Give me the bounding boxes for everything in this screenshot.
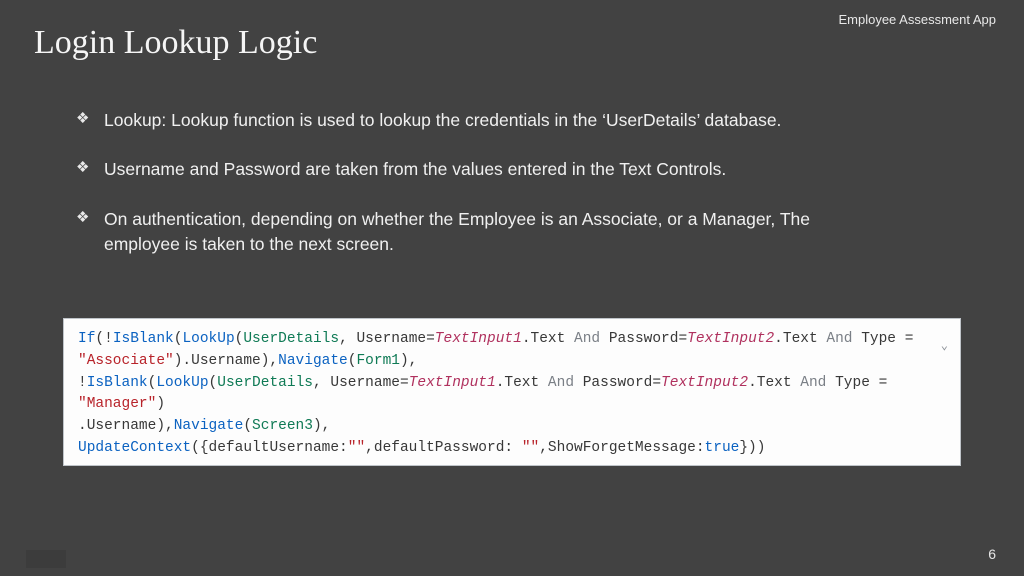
bullet-list: Lookup: Lookup function is used to looku… <box>76 108 836 282</box>
page-number: 6 <box>988 546 996 562</box>
page-title: Login Lookup Logic <box>34 24 317 62</box>
footer-mark <box>26 550 66 568</box>
code-block: ⌄ If(!IsBlank(LookUp(UserDetails, Userna… <box>63 318 961 466</box>
list-item: On authentication, depending on whether … <box>76 207 836 258</box>
list-item: Username and Password are taken from the… <box>76 157 836 182</box>
app-name-label: Employee Assessment App <box>838 12 996 27</box>
chevron-down-icon: ⌄ <box>941 337 948 355</box>
list-item: Lookup: Lookup function is used to looku… <box>76 108 836 133</box>
